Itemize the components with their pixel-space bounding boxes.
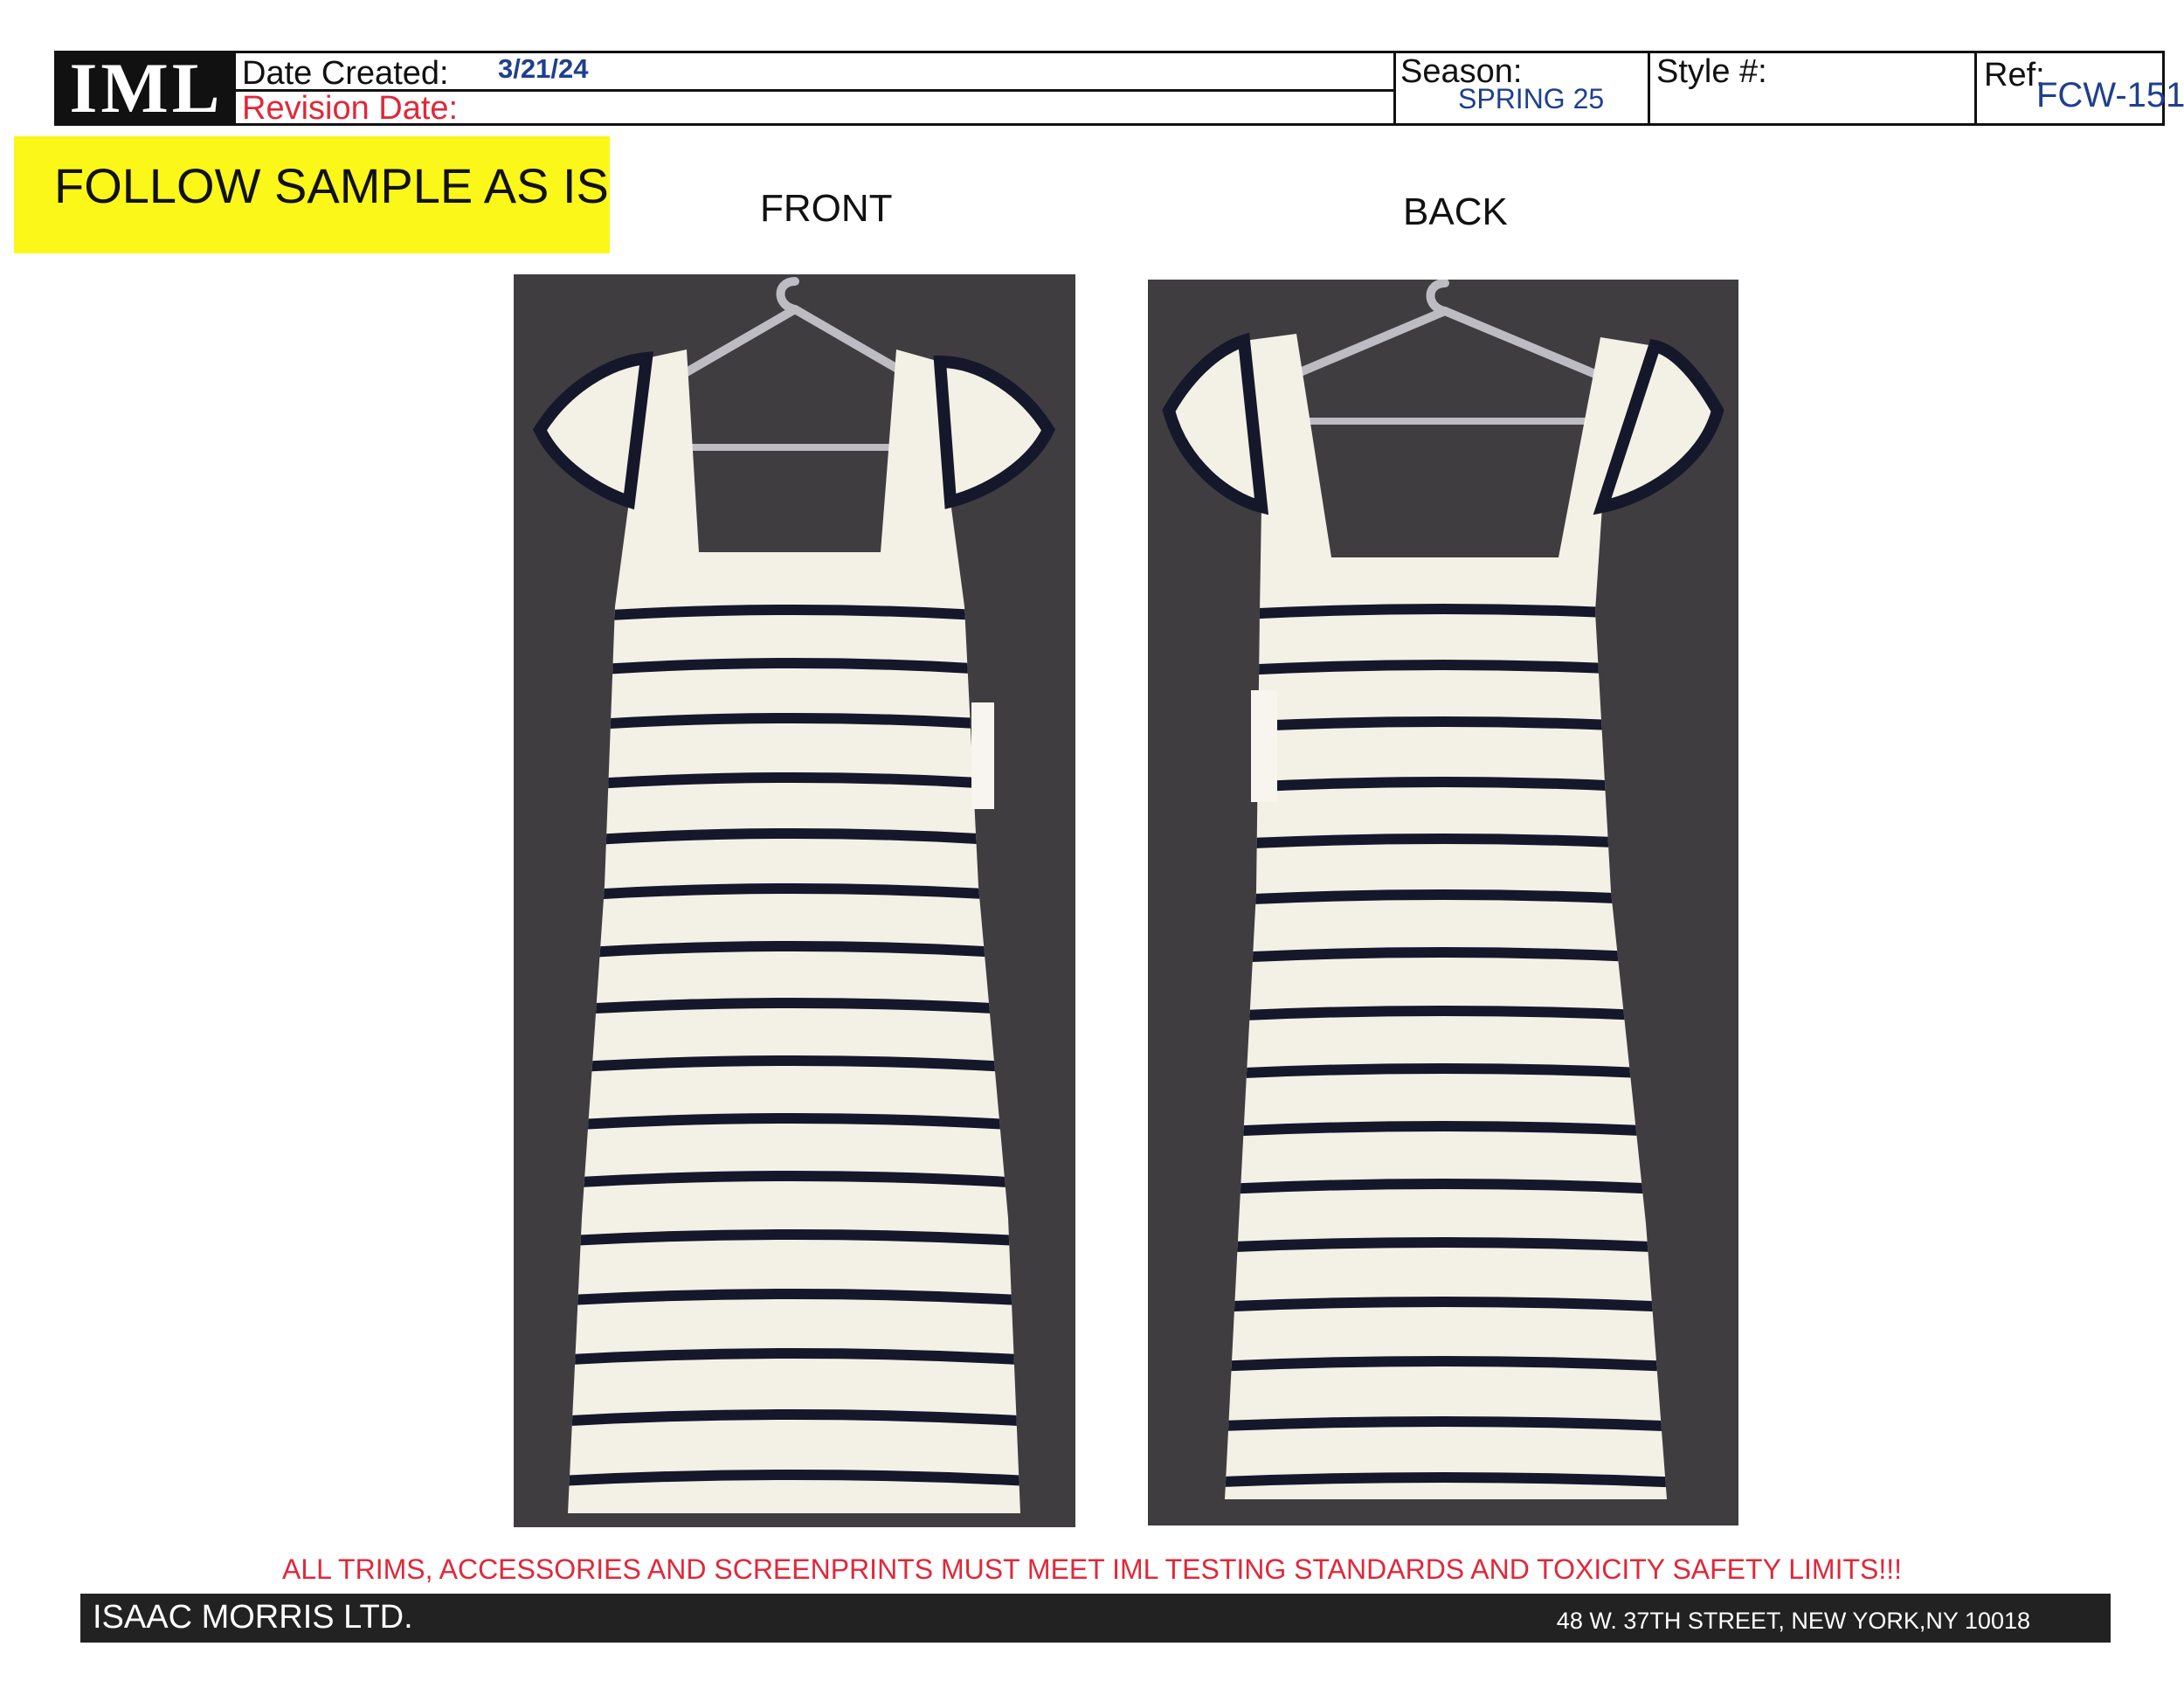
back-view-label: BACK xyxy=(1403,190,1508,233)
footer-bar: ISAAC MORRIS LTD. 48 W. 37TH STREET, NEW… xyxy=(80,1594,2111,1643)
header-divider-season xyxy=(1393,53,1396,123)
front-hang-tag xyxy=(971,702,994,809)
front-view-label: FRONT xyxy=(760,187,893,230)
banner-text: FOLLOW SAMPLE AS IS xyxy=(54,158,609,213)
style-number-label: Style #: xyxy=(1656,53,1767,90)
season-value: SPRING 25 xyxy=(1458,83,1605,114)
company-name: ISAAC MORRIS LTD. xyxy=(93,1599,413,1636)
ref-value: FCW-1510 xyxy=(2036,76,2184,114)
front-right-sleeve xyxy=(933,355,1055,509)
back-hang-tag xyxy=(1251,690,1277,802)
back-left-sleeve xyxy=(1162,332,1269,515)
header-divider-style xyxy=(1648,53,1650,123)
back-dress-illustration xyxy=(1162,280,1724,1499)
header-table: IML Date Created: 3/21/24 Revision Date:… xyxy=(54,51,2184,127)
revision-date-label: Revision Date: xyxy=(242,90,459,127)
front-left-sleeve xyxy=(533,351,654,510)
back-photo xyxy=(1148,280,1738,1525)
testing-standards-warning: ALL TRIMS, ACCESSORIES AND SCREENPRINTS … xyxy=(281,1553,1903,1585)
header-divider-ref xyxy=(1974,53,1977,123)
company-address: 48 W. 37TH STREET, NEW YORK,NY 10018 xyxy=(1556,1608,2030,1634)
iml-logo: IML xyxy=(57,52,236,124)
follow-sample-banner: FOLLOW SAMPLE AS IS xyxy=(14,136,610,253)
date-created-label: Date Created: xyxy=(242,55,449,92)
front-dress-illustration xyxy=(533,277,1055,1513)
front-photo xyxy=(514,274,1075,1527)
date-created-value: 3/21/24 xyxy=(498,53,589,84)
